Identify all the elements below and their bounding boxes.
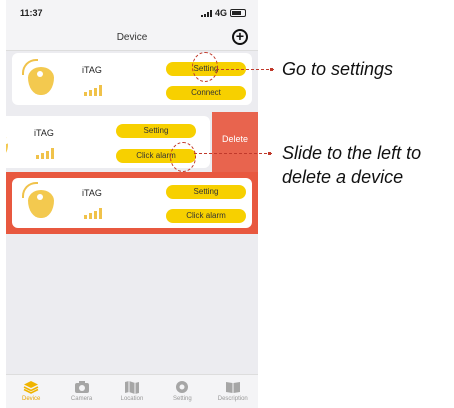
cell-signal-icon xyxy=(200,9,212,17)
annotation-line xyxy=(194,153,272,154)
page-title: Device xyxy=(116,32,148,43)
tab-camera[interactable]: Camera xyxy=(58,375,106,408)
setting-button[interactable]: Setting xyxy=(116,124,196,138)
delete-button[interactable]: Delete xyxy=(212,112,258,172)
network-label: 4G xyxy=(214,8,227,18)
tab-location[interactable]: Location xyxy=(108,375,156,408)
tab-label: Setting xyxy=(173,396,192,402)
status-bar: 11:37 4G xyxy=(6,0,258,26)
callout-settings: Go to settings xyxy=(282,59,394,79)
tab-label: Device xyxy=(22,396,41,402)
device-card[interactable]: iTAG Setting Click alarm xyxy=(12,178,252,228)
annotation-dot xyxy=(270,68,273,71)
tab-label: Location xyxy=(120,396,144,402)
signal-strength-icon xyxy=(84,208,102,219)
delete-label: Delete xyxy=(222,134,249,144)
setting-button[interactable]: Setting xyxy=(166,185,246,199)
annotation-line xyxy=(216,69,274,70)
click-alarm-button[interactable]: Click alarm xyxy=(166,209,246,223)
phone-screen: 11:37 4G Device + iTAG Setting Connect i… xyxy=(6,0,258,408)
status-indicators: 4G xyxy=(200,8,246,18)
status-time: 11:37 xyxy=(20,8,43,18)
book-icon xyxy=(225,382,240,393)
battery-icon xyxy=(230,9,246,17)
connect-button[interactable]: Connect xyxy=(166,86,246,100)
add-device-button[interactable]: + xyxy=(232,29,248,45)
tab-bar: Device Camera Location Setting Descripti… xyxy=(6,374,258,408)
callout-delete-line2: delete a device xyxy=(282,167,404,187)
callout-delete-line1: Slide to the left to xyxy=(282,143,422,163)
plus-icon: + xyxy=(235,28,245,44)
tab-description[interactable]: Description xyxy=(209,375,257,408)
map-icon xyxy=(124,381,139,394)
device-name: iTAG xyxy=(82,65,102,75)
signal-strength-icon xyxy=(36,148,54,159)
highlight-ring xyxy=(170,142,196,172)
layers-icon xyxy=(23,381,39,394)
signal-strength-icon xyxy=(84,85,102,96)
device-name: iTAG xyxy=(82,188,102,198)
tab-label: Camera xyxy=(70,396,93,402)
highlight-ring xyxy=(192,52,218,82)
nav-bar: Device + xyxy=(6,26,258,51)
annotation-dot xyxy=(268,152,271,155)
tab-setting[interactable]: Setting xyxy=(158,375,206,408)
gear-icon xyxy=(176,381,189,393)
tab-label: Description xyxy=(217,396,248,402)
device-name: iTAG xyxy=(34,128,54,138)
tab-device[interactable]: Device xyxy=(7,375,55,408)
camera-icon xyxy=(74,381,89,393)
